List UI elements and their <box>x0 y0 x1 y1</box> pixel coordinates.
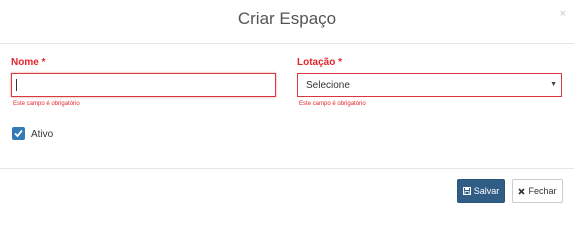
nome-input-wrapper[interactable] <box>11 73 276 97</box>
lotacao-select[interactable]: Selecione ▼ <box>297 73 562 97</box>
caret-down-icon: ▼ <box>550 81 557 88</box>
ativo-checkbox[interactable] <box>12 127 25 140</box>
footer-divider <box>0 168 574 169</box>
nome-label: Nome * <box>11 57 46 68</box>
floppy-disk-icon <box>462 187 471 195</box>
lotacao-selected-value: Selecione <box>306 80 350 91</box>
close-icon <box>518 187 526 195</box>
modal-close-icon[interactable]: × <box>560 8 566 20</box>
create-space-modal: Criar Espaço × Nome * Este campo é obrig… <box>0 0 574 214</box>
checkmark-icon <box>14 129 23 138</box>
save-button[interactable]: Salvar <box>457 179 505 203</box>
lotacao-help-text: Este campo é obrigatório <box>299 101 366 107</box>
save-button-label: Salvar <box>473 186 500 196</box>
close-button[interactable]: Fechar <box>512 179 563 203</box>
close-button-label: Fechar <box>528 186 557 196</box>
modal-title: Criar Espaço <box>237 9 337 28</box>
ativo-label: Ativo <box>31 129 54 140</box>
nome-input[interactable] <box>12 74 275 96</box>
text-cursor <box>16 79 17 91</box>
nome-help-text: Este campo é obrigatório <box>13 101 80 107</box>
lotacao-label: Lotação * <box>297 57 343 68</box>
modal-header: Criar Espaço × <box>0 0 574 44</box>
